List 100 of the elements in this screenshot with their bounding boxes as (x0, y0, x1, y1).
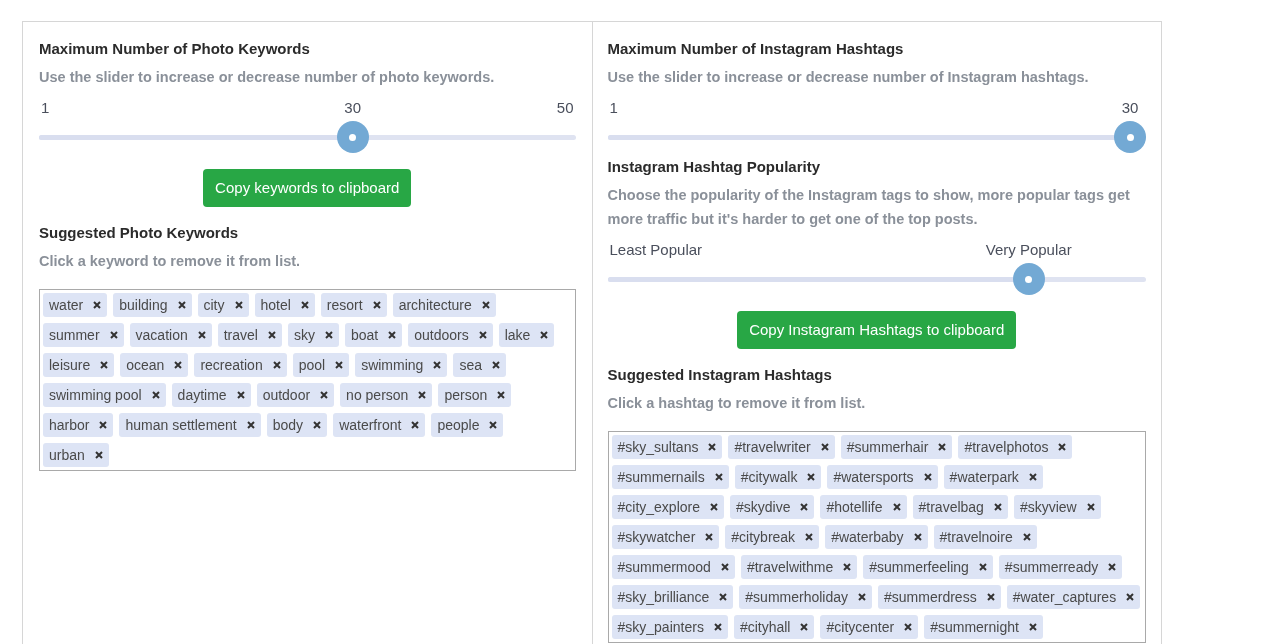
remove-icon[interactable] (177, 301, 186, 309)
tag-chip[interactable]: #waterpark (943, 465, 1043, 489)
tag-chip[interactable]: summer (43, 323, 124, 347)
remove-icon[interactable] (197, 331, 206, 339)
tag-chip[interactable]: water (43, 293, 108, 317)
tag-chip[interactable]: sea (453, 353, 506, 377)
remove-icon[interactable] (800, 623, 809, 631)
tag-chip[interactable]: recreation (194, 353, 287, 377)
remove-icon[interactable] (109, 331, 118, 339)
tag-chip[interactable]: travel (217, 323, 282, 347)
tag-chip[interactable]: #travelbag (912, 495, 1008, 519)
remove-icon[interactable] (708, 443, 717, 451)
tag-chip[interactable]: vacation (129, 323, 212, 347)
tag-chip[interactable]: waterfront (333, 413, 426, 437)
tag-chip[interactable]: #citycenter (820, 615, 919, 639)
remove-icon[interactable] (491, 361, 500, 369)
tag-chip[interactable]: #summerdress (878, 585, 1001, 609)
remove-icon[interactable] (388, 331, 397, 339)
tag-chip[interactable]: person (438, 383, 512, 407)
remove-icon[interactable] (807, 473, 816, 481)
remove-icon[interactable] (938, 443, 947, 451)
remove-icon[interactable] (843, 563, 852, 571)
tag-chip[interactable]: no person (340, 383, 433, 407)
tag-chip[interactable]: #skywatcher (611, 525, 720, 549)
tag-chip[interactable]: #skyview (1013, 495, 1101, 519)
remove-icon[interactable] (710, 503, 718, 511)
tag-chip[interactable]: #summerfeeling (863, 555, 993, 579)
slider-thumb[interactable] (1114, 121, 1146, 153)
remove-icon[interactable] (1108, 563, 1117, 571)
tag-chip[interactable]: #citybreak (725, 525, 820, 549)
tag-chip[interactable]: outdoor (256, 383, 335, 407)
tag-chip[interactable]: #travelnoire (933, 525, 1037, 549)
tag-chip[interactable]: resort (320, 293, 387, 317)
remove-icon[interactable] (986, 593, 995, 601)
remove-icon[interactable] (320, 391, 329, 399)
remove-icon[interactable] (93, 301, 102, 309)
tag-chip[interactable]: sky (287, 323, 339, 347)
slider-track[interactable] (607, 263, 1146, 295)
tag-chip[interactable]: #summernight (924, 615, 1043, 639)
tag-chip[interactable]: building (113, 293, 192, 317)
remove-icon[interactable] (923, 473, 932, 481)
remove-icon[interactable] (151, 391, 160, 399)
tag-chip[interactable]: #summerready (998, 555, 1123, 579)
remove-icon[interactable] (1058, 443, 1067, 451)
remove-icon[interactable] (313, 421, 322, 429)
tag-chip[interactable]: city (197, 293, 249, 317)
remove-icon[interactable] (714, 473, 723, 481)
remove-icon[interactable] (1028, 473, 1037, 481)
remove-icon[interactable] (713, 623, 722, 631)
remove-icon[interactable] (411, 421, 420, 429)
remove-icon[interactable] (904, 623, 913, 631)
remove-icon[interactable] (174, 361, 183, 369)
tag-chip[interactable]: #travelwithme (740, 555, 858, 579)
tag-chip[interactable]: swimming (355, 353, 448, 377)
remove-icon[interactable] (267, 331, 276, 339)
tag-chip[interactable]: #sky_brilliance (611, 585, 734, 609)
remove-icon[interactable] (236, 391, 245, 399)
remove-icon[interactable] (1126, 593, 1135, 601)
remove-icon[interactable] (820, 443, 829, 451)
remove-icon[interactable] (805, 533, 814, 541)
tag-chip[interactable]: human settlement (119, 413, 261, 437)
remove-icon[interactable] (489, 421, 498, 429)
tag-chip[interactable]: #citywalk (734, 465, 822, 489)
remove-icon[interactable] (993, 503, 1002, 511)
tag-chip[interactable]: architecture (392, 293, 496, 317)
remove-icon[interactable] (892, 503, 901, 511)
tag-chip[interactable]: #waterbaby (825, 525, 928, 549)
remove-icon[interactable] (705, 533, 714, 541)
tag-chip[interactable]: people (431, 413, 504, 437)
remove-icon[interactable] (497, 391, 506, 399)
tag-chip[interactable]: #watersports (827, 465, 938, 489)
tag-chip[interactable]: #sky_sultans (611, 435, 723, 459)
tag-chip[interactable]: #travelphotos (958, 435, 1073, 459)
remove-icon[interactable] (94, 451, 103, 459)
slider-thumb[interactable] (1012, 263, 1045, 295)
tag-chip[interactable]: daytime (171, 383, 251, 407)
tag-chip[interactable]: #travelwriter (728, 435, 835, 459)
remove-icon[interactable] (372, 301, 381, 309)
remove-icon[interactable] (540, 331, 549, 339)
tag-chip[interactable]: boat (344, 323, 403, 347)
tag-chip[interactable]: #summerholiday (739, 585, 873, 609)
remove-icon[interactable] (335, 361, 344, 369)
tag-chip[interactable]: body (266, 413, 328, 437)
tag-chip[interactable]: leisure (43, 353, 115, 377)
remove-icon[interactable] (100, 361, 109, 369)
tag-chip[interactable]: #skydive (730, 495, 815, 519)
tag-chip[interactable]: #city_explore (611, 495, 724, 519)
slider-track[interactable] (39, 121, 576, 153)
tag-chip[interactable]: #summernails (611, 465, 729, 489)
tag-chip[interactable]: #hotellife (820, 495, 907, 519)
remove-icon[interactable] (324, 331, 333, 339)
tag-chip[interactable]: #summerhair (840, 435, 953, 459)
remove-icon[interactable] (1086, 503, 1095, 511)
remove-icon[interactable] (800, 503, 809, 511)
remove-icon[interactable] (719, 593, 728, 601)
remove-icon[interactable] (913, 533, 922, 541)
tag-chip[interactable]: pool (292, 353, 350, 377)
remove-icon[interactable] (858, 593, 867, 601)
remove-icon[interactable] (478, 331, 487, 339)
remove-icon[interactable] (1022, 533, 1031, 541)
